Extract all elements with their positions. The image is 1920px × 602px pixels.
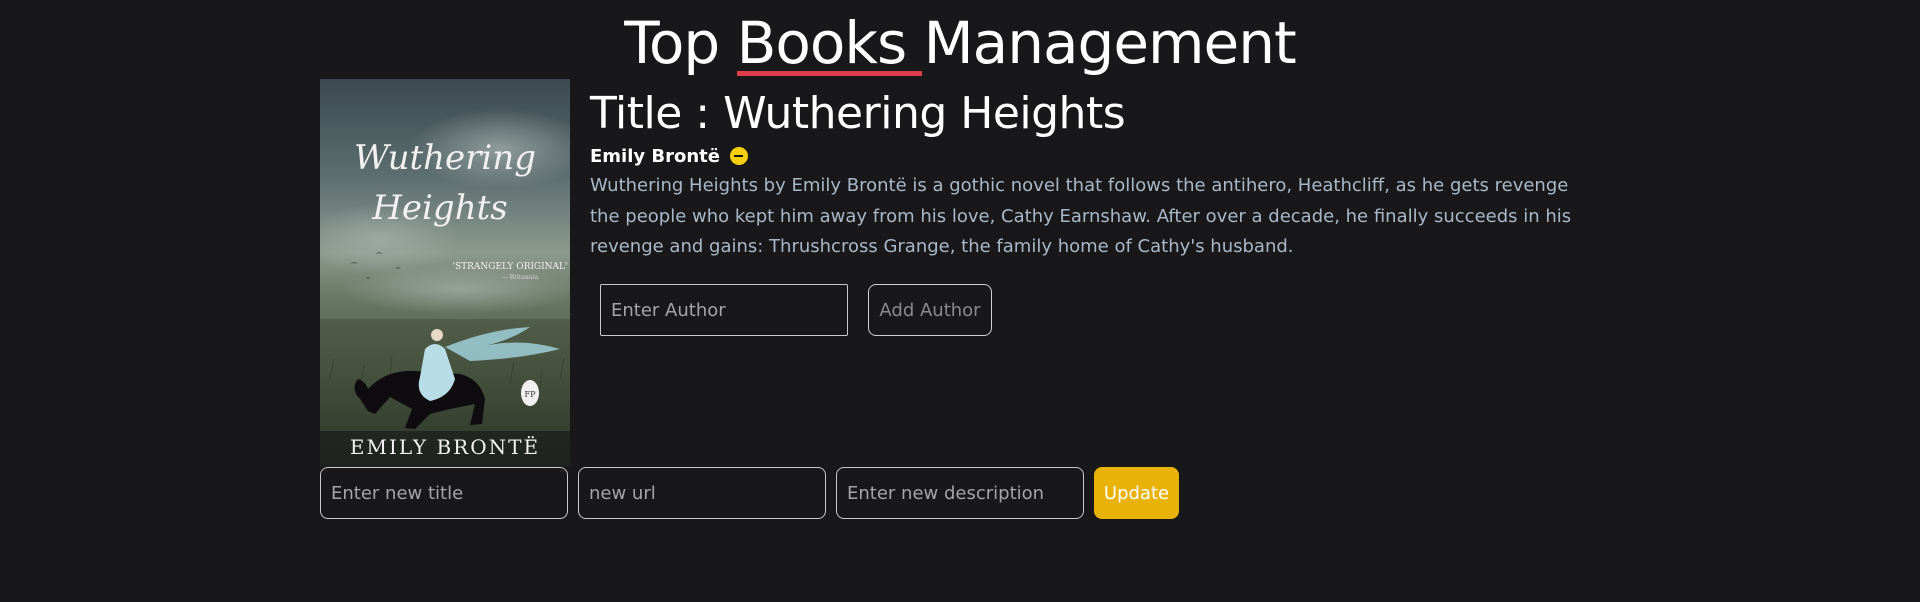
heading-text-start: Top	[624, 9, 737, 77]
cover-publisher-mark: FP	[525, 390, 537, 399]
author-row: Emily Brontë	[590, 144, 748, 168]
book-title: Title : Wuthering Heights	[590, 88, 1126, 139]
remove-author-button[interactable]	[729, 147, 748, 165]
cover-title-line2: Heights	[371, 188, 507, 228]
cover-tagline-source: — Britannia	[502, 274, 539, 281]
new-url-input[interactable]	[578, 467, 826, 519]
author-name: Emily Brontë	[590, 145, 720, 167]
heading-highlight: Books	[736, 9, 922, 77]
author-input[interactable]	[600, 284, 848, 336]
cover-tagline: 'STRANGELY ORIGINAL'	[452, 262, 567, 272]
add-author-button[interactable]: Add Author	[868, 284, 992, 336]
page-heading: Top Books Management	[0, 10, 1920, 76]
new-description-input[interactable]	[836, 467, 1084, 519]
cover-author: EMILY BRONTË	[350, 435, 540, 459]
minus-circle-icon	[734, 155, 744, 157]
cover-title-line1: Wuthering	[354, 138, 536, 178]
book-cover-image: Wuthering Heights 'STRANGELY ORIGINAL' —…	[320, 79, 570, 467]
heading-text-end: Management	[906, 9, 1297, 77]
book-description: Wuthering Heights by Emily Brontë is a g…	[590, 175, 1572, 257]
new-title-input[interactable]	[320, 467, 568, 519]
update-button[interactable]: Update	[1094, 467, 1179, 519]
